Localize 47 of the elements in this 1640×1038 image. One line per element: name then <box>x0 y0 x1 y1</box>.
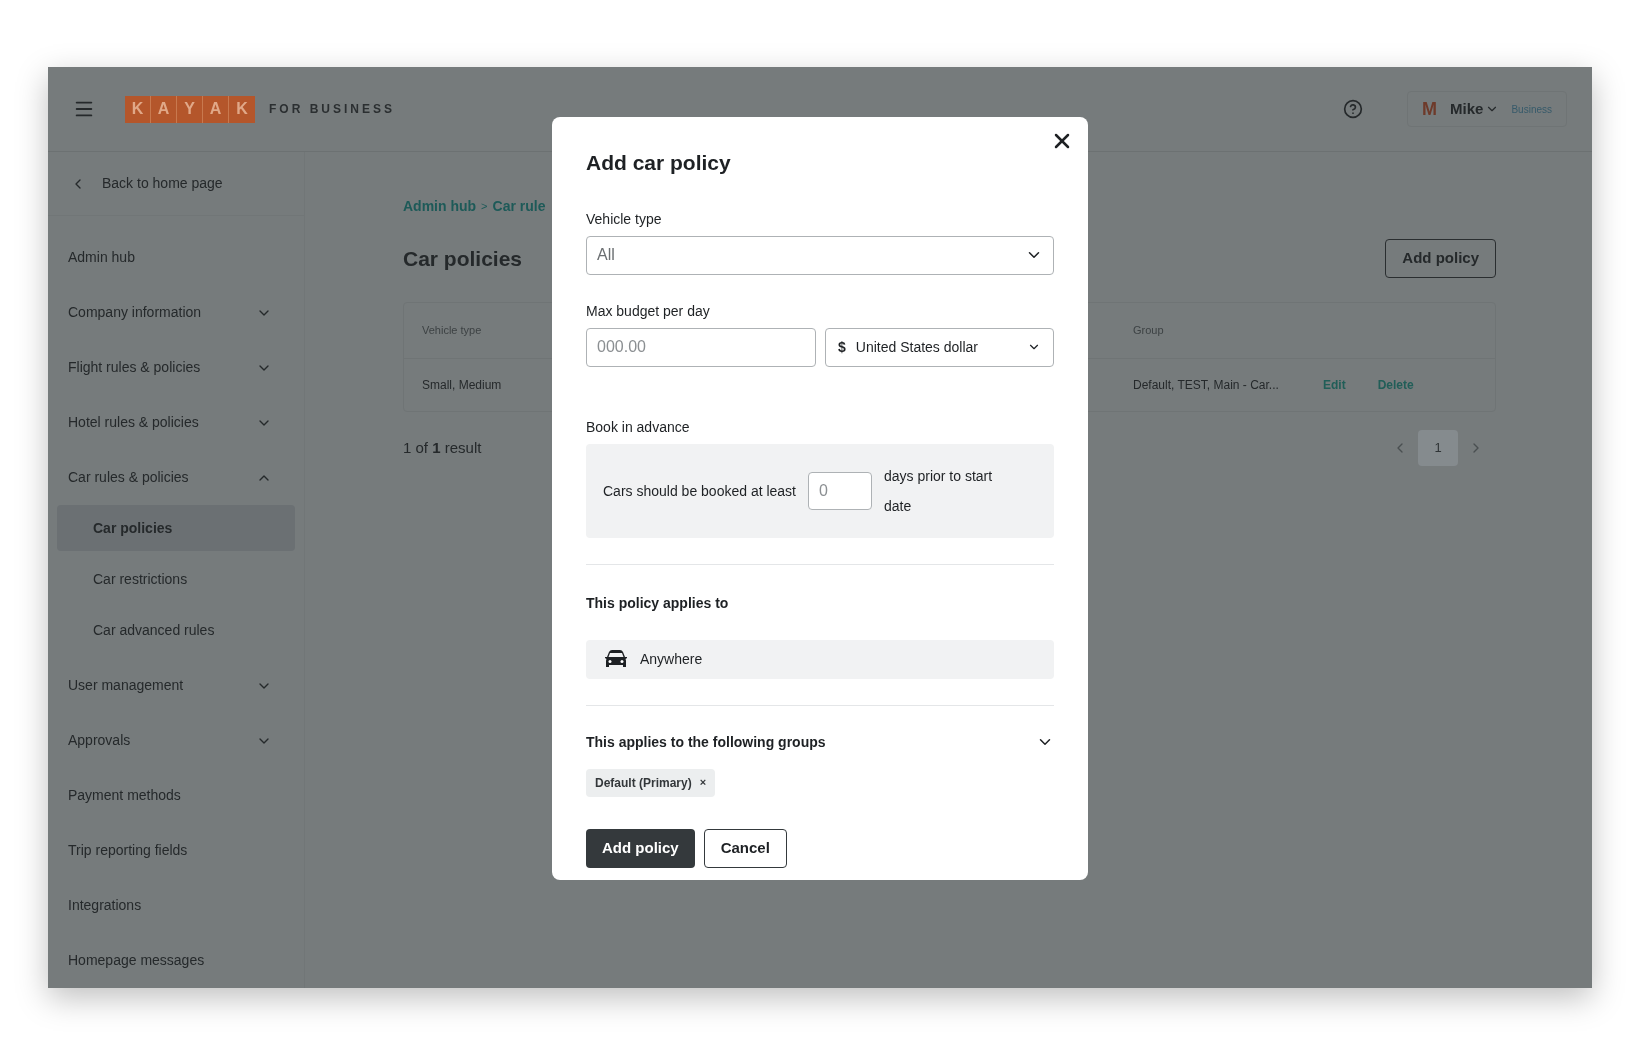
sidebar-item[interactable]: Admin hub <box>48 230 304 285</box>
sidebar-item[interactable]: Trip reporting fields <box>48 823 304 878</box>
logo[interactable]: K A Y A K <box>125 95 255 123</box>
vehicle-type-select[interactable]: All <box>586 235 1054 275</box>
breadcrumb-link[interactable]: Car rule <box>492 196 546 217</box>
sidebar-item[interactable]: Hotel rules & policies <box>48 395 304 450</box>
days-input[interactable]: 0 <box>808 471 872 510</box>
sidebar-subitem[interactable]: Car advanced rules <box>57 607 295 653</box>
field-label: Book in advance <box>586 417 691 437</box>
sidebar-item[interactable]: Homepage messages <box>48 933 304 988</box>
table-cell: Small, Medium <box>422 378 502 392</box>
sidebar-item[interactable]: Company information <box>48 285 304 340</box>
user-menu[interactable]: M Mike Business <box>1407 91 1567 127</box>
sidebar-subitem[interactable]: Car restrictions <box>57 556 295 602</box>
table-cell-text: Default, TEST, Main - Car... <box>1133 377 1280 394</box>
dialog-title: Add car policy <box>586 150 732 176</box>
page-button[interactable]: 1 <box>1418 430 1458 466</box>
breadcrumb-separator: > <box>481 199 488 215</box>
currency-select[interactable]: $ United States dollar <box>825 327 1054 367</box>
page-title: Car policies <box>403 245 523 272</box>
help-icon[interactable] <box>1343 99 1364 119</box>
section-heading: This policy applies to <box>586 593 730 613</box>
advance-text: days prior to start date <box>884 466 994 516</box>
sidebar-item[interactable]: Integrations <box>48 878 304 933</box>
groups-toggle[interactable]: This applies to the following groups <box>586 731 1054 753</box>
location-option[interactable]: Anywhere <box>586 639 1054 679</box>
sidebar-item[interactable]: User management <box>48 658 304 713</box>
sidebar-item[interactable]: Approvals <box>48 713 304 768</box>
add-policy-button[interactable]: Add policy <box>586 828 695 868</box>
remove-chip-button[interactable]: × <box>699 774 707 791</box>
cancel-button[interactable]: Cancel <box>703 828 787 868</box>
field-label: Max budget per day <box>586 301 711 321</box>
advance-text: Cars should be booked at least <box>603 481 796 501</box>
group-chip: Default (Primary) × <box>586 768 716 797</box>
car-icon <box>604 649 628 669</box>
field-label: Vehicle type <box>586 209 663 229</box>
sidebar-item[interactable]: Flight rules & policies <box>48 340 304 395</box>
sidebar-subitem[interactable]: Car policies <box>57 505 295 551</box>
budget-input[interactable]: 000.00 <box>586 327 816 367</box>
column-header: Group <box>1133 323 1164 339</box>
back-link[interactable]: Back to home page <box>48 152 304 216</box>
sidebar-item[interactable]: Payment methods <box>48 768 304 823</box>
sidebar-item[interactable]: Car rules & policies <box>48 450 304 505</box>
logo-suffix: FOR BUSINESS <box>269 101 395 118</box>
breadcrumb-link[interactable]: Admin hub <box>403 196 477 217</box>
result-count: 1 of 1 result <box>403 437 482 458</box>
add-policy-button[interactable]: Add policy <box>1385 239 1496 278</box>
